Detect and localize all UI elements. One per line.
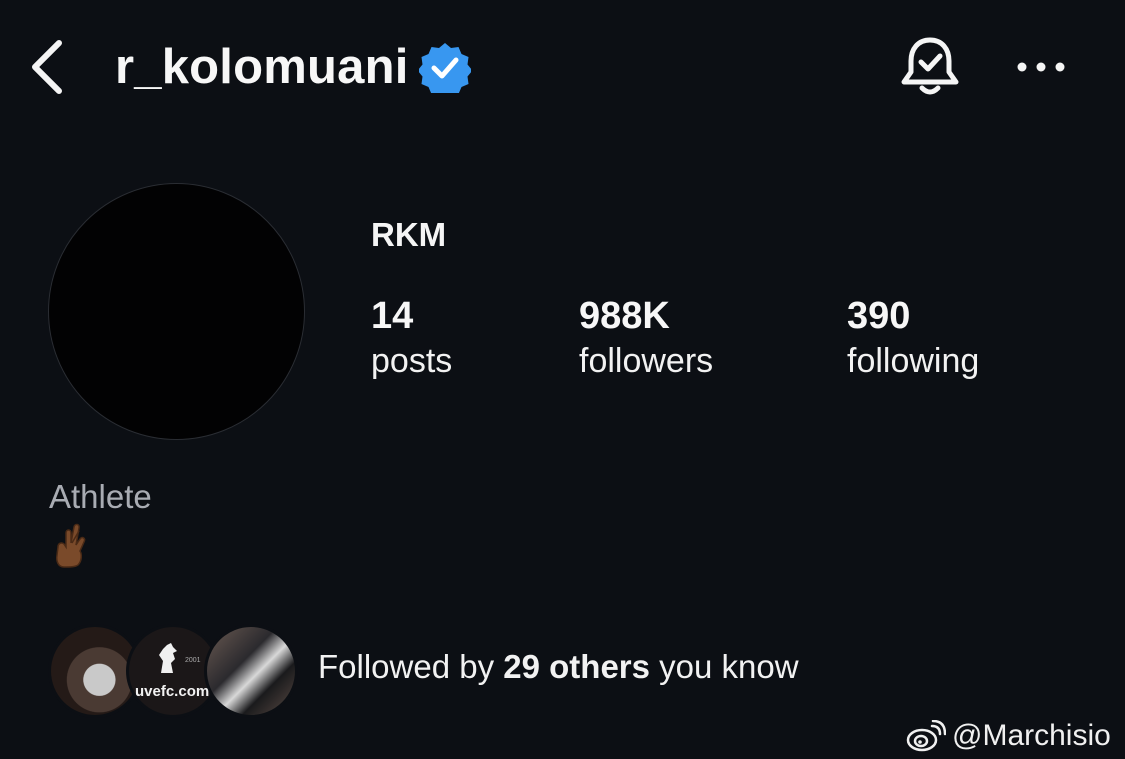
- profile-category: Athlete: [49, 478, 152, 515]
- followers-stat[interactable]: 988K followers: [579, 293, 713, 383]
- display-name: RKM: [371, 216, 447, 253]
- bio-crossed-fingers-emoji: 🤞🏾: [52, 521, 96, 569]
- verified-badge-icon: [418, 41, 471, 93]
- bell-check-icon: [901, 37, 959, 95]
- followed-by-suffix: you know: [650, 648, 799, 685]
- chevron-left-icon: [32, 40, 62, 94]
- mutual-followers-avatars[interactable]: 2001 uvefc.com: [48, 624, 298, 720]
- profile-avatar[interactable]: [48, 183, 305, 440]
- weibo-icon: [906, 720, 946, 752]
- watermark-text: @Marchisio: [952, 719, 1111, 752]
- watermark: @Marchisio: [906, 716, 1111, 756]
- following-stat[interactable]: 390 following: [847, 293, 979, 383]
- followed-by-text[interactable]: Followed by 29 others you know: [318, 648, 799, 686]
- following-label: following: [847, 342, 980, 380]
- posts-count: 14: [371, 295, 414, 337]
- crossed-fingers-icon: [56, 523, 86, 568]
- followers-label: followers: [579, 342, 714, 380]
- back-button[interactable]: [22, 36, 72, 98]
- more-horizontal-icon: [1017, 62, 1065, 72]
- header-title: r_kolomuani: [115, 36, 471, 98]
- mutual-avatar-2-text: uvefc.com: [135, 683, 210, 700]
- followed-by-prefix: Followed by: [318, 648, 504, 685]
- username: r_kolomuani: [115, 39, 409, 94]
- horse-logo-icon: [159, 643, 177, 673]
- profile-page: r_kolomuani RKM 14 posts 988K followers: [0, 0, 1125, 759]
- posts-stat[interactable]: 14 posts: [371, 293, 452, 383]
- mutual-avatar-2-year: 2001: [185, 657, 201, 664]
- mutual-avatar-3: [204, 624, 298, 718]
- notifications-bell-button[interactable]: [896, 33, 964, 101]
- followed-by-count: 29 others: [503, 648, 650, 685]
- following-count: 390: [847, 295, 911, 337]
- followers-count: 988K: [579, 295, 670, 337]
- posts-label: posts: [371, 342, 453, 380]
- more-options-button[interactable]: [1008, 44, 1074, 90]
